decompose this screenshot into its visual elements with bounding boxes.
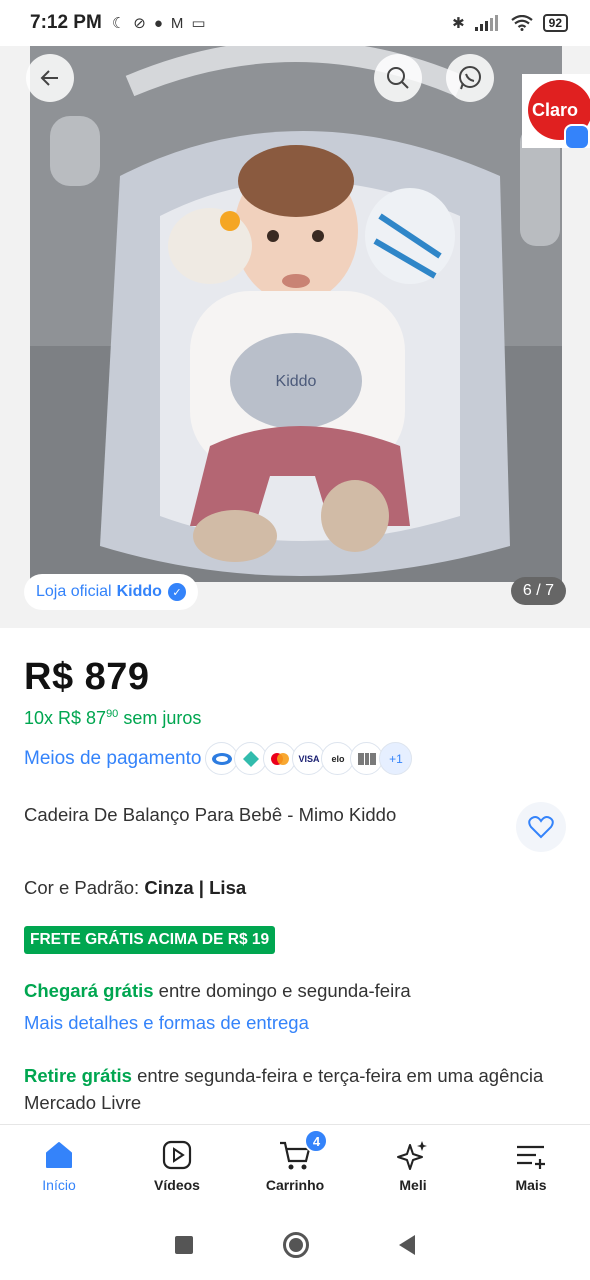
home-button[interactable] <box>283 1232 309 1258</box>
payment-methods-row[interactable]: Meios de pagamento VISA elo +1 <box>24 742 413 775</box>
home-dot-icon <box>289 1238 303 1252</box>
free-shipping-badge: FRETE GRÁTIS ACIMA DE R$ 19 <box>24 926 276 954</box>
image-counter: 6 / 7 <box>510 577 566 605</box>
nav-label: Meli <box>399 1177 427 1193</box>
moon-icon: ☾ <box>111 14 126 32</box>
system-navigation-bar <box>0 1210 590 1280</box>
payment-methods-link[interactable]: Meios de pagamento <box>24 748 201 770</box>
claro-ad-bubble[interactable]: Claro <box>522 74 590 148</box>
search-icon <box>387 67 409 89</box>
app-icon: ▭ <box>191 14 206 32</box>
chat-icon: ● <box>153 14 163 32</box>
mute-icon: ⊘ <box>133 14 146 32</box>
variant-label: Cor e Padrão: <box>24 877 145 898</box>
kiddo-logo-print: Kiddo <box>276 373 317 390</box>
recent-apps-button[interactable] <box>175 1236 193 1254</box>
nav-item-mais[interactable]: Mais <box>472 1125 590 1210</box>
nav-label: Início <box>42 1177 76 1193</box>
sparkle-icon <box>397 1141 427 1170</box>
chat-bubble-icon <box>564 124 590 148</box>
official-store-prefix: Loja oficial <box>36 583 112 600</box>
signal-icon <box>474 15 498 31</box>
battery-indicator: 92 <box>542 14 568 32</box>
bottom-navigation: Início Vídeos 4 Carrinho Meli Mais <box>0 1124 590 1210</box>
price: R$ 879 <box>24 656 150 698</box>
status-time: 7:12 PM <box>30 12 102 33</box>
installments-prefix: 10x R$ 87 <box>24 708 107 728</box>
variant-value: Cinza | Lisa <box>144 877 247 898</box>
pickup-highlight: Retire grátis <box>24 1065 132 1086</box>
play-video-icon <box>162 1140 192 1170</box>
nav-label: Vídeos <box>154 1177 200 1193</box>
nav-item-meli[interactable]: Meli <box>354 1125 472 1210</box>
delivery-text: entre domingo e segunda-feira <box>153 980 411 1001</box>
variant-selector[interactable]: Cor e Padrão: Cinza | Lisa <box>24 877 246 899</box>
official-store-badge[interactable]: Loja oficial Kiddo ✓ <box>24 574 198 610</box>
arrow-left-icon <box>40 70 58 86</box>
product-gallery[interactable]: Kiddo Claro Loja oficial Kiddo ✓ 6 / 7 <box>0 46 590 628</box>
product-photo: Kiddo <box>30 46 562 582</box>
status-bar: 7:12 PM ☾ ⊘ ● M ▭ ✱ 92 <box>0 0 590 46</box>
product-image[interactable]: Kiddo <box>30 46 562 582</box>
wifi-icon <box>510 15 533 31</box>
nav-label: Mais <box>515 1177 547 1193</box>
bluetooth-icon: ✱ <box>452 14 465 32</box>
share-whatsapp-button[interactable] <box>446 54 494 102</box>
verified-check-icon: ✓ <box>167 583 186 601</box>
installments-suffix: sem juros <box>118 708 202 728</box>
delivery-details-link[interactable]: Mais detalhes e formas de entrega <box>24 1012 309 1034</box>
gmail-icon: M <box>170 14 184 32</box>
official-store-name: Kiddo <box>116 583 162 600</box>
system-back-button[interactable] <box>399 1235 415 1255</box>
system-icons: ✱ 92 <box>452 14 568 32</box>
delivery-highlight: Chegará grátis <box>24 980 154 1001</box>
back-button[interactable] <box>26 54 74 102</box>
nav-item-videos[interactable]: Vídeos <box>118 1125 236 1210</box>
nav-item-inicio[interactable]: Início <box>0 1125 118 1210</box>
whatsapp-icon <box>459 66 481 90</box>
nav-item-carrinho[interactable]: 4 Carrinho <box>236 1125 354 1210</box>
heart-icon <box>528 816 554 839</box>
search-button[interactable] <box>374 54 422 102</box>
menu-plus-icon <box>517 1145 545 1169</box>
delivery-info: Chegará grátis entre domingo e segunda-f… <box>24 980 411 1002</box>
favorite-button[interactable] <box>516 802 566 852</box>
installments: 10x R$ 8790 sem juros <box>24 708 201 729</box>
pickup-info: Retire grátis entre segunda-feira e terç… <box>24 1062 564 1116</box>
cart-count-badge: 4 <box>304 1129 329 1153</box>
nav-label: Carrinho <box>265 1177 325 1193</box>
product-title: Cadeira De Balanço Para Bebê - Mimo Kidd… <box>24 804 397 825</box>
notification-icons: ☾ ⊘ ● M ▭ <box>112 16 206 31</box>
more-payment-methods[interactable]: +1 <box>379 742 413 775</box>
installments-cents: 90 <box>106 708 119 720</box>
home-icon <box>46 1142 72 1168</box>
